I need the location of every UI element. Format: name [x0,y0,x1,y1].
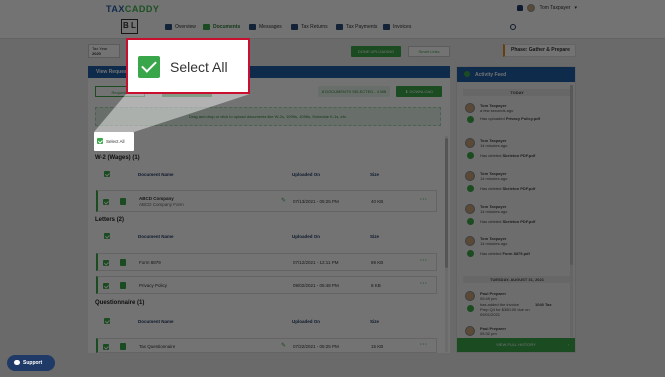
table-row[interactable]: Form 8879 07/12/2021 - 12:11 PM 89 KB ··… [96,253,437,271]
day-divider: TUESDAY, AUGUST 31, 2021 [463,276,571,283]
column-header: Document Name Uploaded On Size [98,170,438,179]
edit-icon[interactable]: ✎ [281,197,286,204]
feed-item: Paul Preparer 05:49 pm has added the inv… [463,291,571,323]
dollar-icon [336,24,343,30]
delete-icon [467,185,474,192]
tax-returns-icon [291,24,298,30]
download-button[interactable]: ⬇ DOWNLOAD [396,86,442,97]
avatar [465,236,475,246]
file-icon [120,259,126,266]
select-all-callout: Select All [126,38,250,94]
nav-overview[interactable]: Overview [165,24,196,30]
callout-label: Select All [170,59,228,75]
row-checkbox[interactable] [103,283,109,289]
done-uploading-button[interactable]: DONE UPLOADING [351,46,401,57]
upload-icon [467,116,474,123]
messages-icon [249,24,256,30]
select-all-label: Select All [106,139,125,144]
feed-item: Paul Preparer 05:32 pm [463,326,571,338]
table-row[interactable]: ABCD Company ABCD Company Form ✎ 07/13/2… [96,190,437,212]
upload-dropzone[interactable]: Drag and drop or click to upload documen… [95,107,441,126]
select-all-spotlight[interactable]: Select All [94,132,134,151]
select-section-checkbox[interactable] [104,318,110,324]
avatar [465,171,475,181]
avatar[interactable] [527,4,536,12]
row-checkbox[interactable] [103,260,109,266]
avatar [465,138,475,148]
day-divider: TODAY [463,89,571,96]
row-checkbox[interactable] [103,344,109,350]
section-questionnaire: Questionnaire (1) [95,300,145,306]
file-icon [120,343,126,350]
search-icon[interactable] [510,24,516,30]
nav-tax-payments[interactable]: Tax Payments [336,24,377,30]
invoice-icon [383,24,390,30]
column-header: Document Name Uploaded On Size [98,317,438,326]
select-section-checkbox[interactable] [104,171,110,177]
more-icon[interactable]: ··· [420,258,428,264]
nav-documents[interactable]: Documents [203,24,240,30]
feed-item: Tom Taxpayer a few seconds ago Has uploa… [463,103,571,129]
bell-icon[interactable] [517,5,524,11]
edit-icon[interactable]: ✎ [281,342,286,349]
documents-scrollbar[interactable] [445,136,448,352]
column-header: Document Name Uploaded On Size [98,232,438,241]
delete-icon [467,218,474,225]
documents-panel: View Requests Requests 8 DOCUMENTS SELEC… [88,66,450,353]
taxcaddy-logo[interactable]: TAXCADDY [106,4,159,14]
feed-scrollbar[interactable] [570,85,573,337]
main-nav: B L Overview Documents Messages Tax Retu… [0,17,665,39]
feed-item: Tom Taxpayer 14 minutes ago Has deleted … [463,138,571,162]
delete-icon [467,152,474,159]
smart-links-button[interactable]: Smart Links [408,46,450,57]
avatar [465,291,475,301]
nav-invoices[interactable]: Invoices [383,24,411,30]
chevron-right-icon: › [567,342,569,347]
select-section-checkbox[interactable] [104,233,110,239]
nav-tax-returns[interactable]: Tax Returns [291,24,328,30]
table-row[interactable]: Tax Questionnaire ✎ 07/22/2021 - 05:25 P… [96,338,437,353]
avatar [465,326,475,336]
avatar [465,204,475,214]
select-all-checkbox[interactable] [97,138,103,144]
support-button[interactable]: Support [7,355,55,371]
more-icon[interactable]: ··· [420,197,428,203]
top-bar: TAXCADDY Tom Taxpayer ▾ [0,0,665,17]
more-icon[interactable]: ··· [420,342,428,348]
file-icon [120,198,126,205]
feed-item: Tom Taxpayer 14 minutes ago Has deleted … [463,236,571,260]
feed-item: Tom Taxpayer 14 minutes ago Has deleted … [463,204,571,228]
tax-year-select[interactable]: Tax Year 2020 [88,44,120,58]
selected-count-badge: 8 DOCUMENTS SELECTED - 4 MB [318,86,390,97]
delete-icon [467,250,474,257]
feed-item: Tom Taxpayer 14 minutes ago Has deleted … [463,171,571,195]
nav-messages[interactable]: Messages [249,24,282,30]
chevron-down-icon[interactable]: ▾ [574,5,577,11]
feed-title: Activity Feed [457,67,575,82]
user-name[interactable]: Tom Taxpayer [539,5,570,11]
phase-badge: Phase: Gather & Prepare [503,44,576,57]
section-letters: Letters (2) [95,217,125,223]
section-w2: W-2 (Wages) (1) [95,155,140,161]
row-checkbox[interactable] [103,199,109,205]
activity-feed: Activity Feed TODAY Tom Taxpayer a few s… [456,66,576,353]
documents-icon [203,24,210,30]
user-menu[interactable]: Tom Taxpayer ▾ [517,4,577,12]
avatar [465,103,475,113]
table-row[interactable]: Privacy Policy 09/02/2021 - 05:48 PM 8 K… [96,276,437,294]
file-icon [120,282,126,289]
firm-logo: B L [121,19,138,34]
more-icon[interactable]: ··· [420,281,428,287]
invoice-icon [467,305,474,312]
checkbox-icon [138,56,160,78]
view-full-history-button[interactable]: VIEW FULL HISTORY › [457,338,575,352]
home-icon [165,24,172,30]
